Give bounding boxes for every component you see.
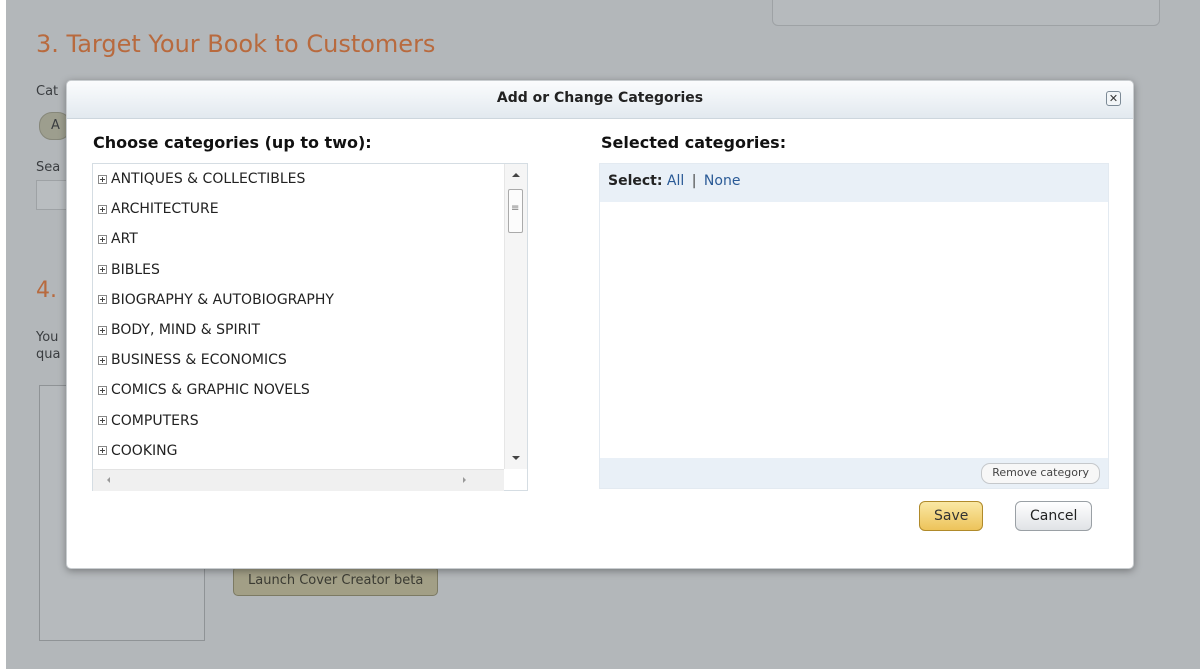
close-icon[interactable]: ✕ [1106, 91, 1121, 106]
background-fragment-cat: Cat [36, 84, 59, 99]
background-fragment-you: You [36, 330, 59, 345]
add-categories-dialog: Add or Change Categories ✕ Choose catego… [66, 80, 1134, 569]
expand-plus-icon[interactable] [98, 446, 107, 456]
dialog-title-bar: Add or Change Categories ✕ [67, 81, 1133, 119]
category-list-box: ANTIQUES & COLLECTIBLES ARCHITECTURE ART… [92, 163, 528, 491]
expand-plus-icon[interactable] [98, 416, 107, 426]
category-label: BODY, MIND & SPIRIT [111, 322, 260, 339]
category-item-cooking[interactable]: COOKING [93, 436, 504, 466]
expand-plus-icon[interactable] [98, 265, 107, 275]
scrollbar-thumb[interactable] [508, 189, 523, 233]
category-item-comics[interactable]: COMICS & GRAPHIC NOVELS [93, 375, 504, 405]
scroll-up-icon[interactable] [512, 173, 520, 177]
save-button[interactable]: Save [919, 501, 984, 531]
cancel-button[interactable]: Cancel [1015, 501, 1093, 531]
category-item-architecture[interactable]: ARCHITECTURE [93, 194, 504, 224]
expand-plus-icon[interactable] [98, 355, 107, 365]
category-item-business[interactable]: BUSINESS & ECONOMICS [93, 345, 504, 375]
category-list: ANTIQUES & COLLECTIBLES ARCHITECTURE ART… [93, 164, 504, 469]
category-item-bibles[interactable]: BIBLES [93, 255, 504, 285]
category-item-antiques[interactable]: ANTIQUES & COLLECTIBLES [93, 164, 504, 194]
category-label: COMPUTERS [111, 412, 199, 429]
category-label: ARCHITECTURE [111, 201, 219, 218]
expand-plus-icon[interactable] [98, 295, 107, 305]
expand-plus-icon[interactable] [98, 325, 107, 335]
category-item-art[interactable]: ART [93, 224, 504, 254]
category-label: BIOGRAPHY & AUTOBIOGRAPHY [111, 291, 334, 308]
select-none-link[interactable]: None [704, 173, 741, 189]
horizontal-scrollbar[interactable] [93, 469, 504, 491]
category-item-biography[interactable]: BIOGRAPHY & AUTOBIOGRAPHY [93, 285, 504, 315]
select-separator: | [691, 173, 697, 189]
category-label: ART [111, 231, 138, 248]
vertical-scrollbar[interactable] [504, 164, 527, 469]
category-item-computers[interactable]: COMPUTERS [93, 406, 504, 436]
background-top-box [772, 0, 1160, 26]
category-item-body-mind-spirit[interactable]: BODY, MIND & SPIRIT [93, 315, 504, 345]
expand-plus-icon[interactable] [98, 174, 107, 184]
category-label: COOKING [111, 442, 178, 459]
selected-panel-footer: Remove category [600, 458, 1108, 488]
background-heading: 3. Target Your Book to Customers [36, 30, 436, 58]
select-label: Select: [608, 173, 663, 189]
scroll-down-icon[interactable] [512, 456, 520, 460]
scroll-left-icon[interactable] [107, 477, 110, 483]
background-fragment-qua: qua [36, 347, 61, 362]
expand-plus-icon[interactable] [98, 204, 107, 214]
choose-categories-title: Choose categories (up to two): [93, 133, 372, 152]
category-label: BUSINESS & ECONOMICS [111, 352, 287, 369]
select-all-link[interactable]: All [667, 173, 684, 189]
dialog-title: Add or Change Categories [496, 90, 704, 106]
scroll-right-icon[interactable] [463, 477, 466, 483]
remove-category-button[interactable]: Remove category [981, 463, 1100, 484]
background-fragment-a: A [51, 118, 60, 133]
category-label: BIBLES [111, 261, 160, 278]
launch-cover-creator-button: Launch Cover Creator beta [233, 566, 439, 596]
category-label: COMICS & GRAPHIC NOVELS [111, 382, 310, 399]
background-fragment-sea: Sea [36, 160, 61, 175]
category-label: ANTIQUES & COLLECTIBLES [111, 171, 306, 188]
select-row: Select: All | None [600, 164, 1108, 202]
selected-categories-panel: Select: All | None Remove category [599, 163, 1109, 489]
expand-plus-icon[interactable] [98, 234, 107, 244]
expand-plus-icon[interactable] [98, 385, 107, 395]
selected-categories-title: Selected categories: [601, 133, 787, 152]
background-heading-4: 4. [36, 278, 57, 303]
